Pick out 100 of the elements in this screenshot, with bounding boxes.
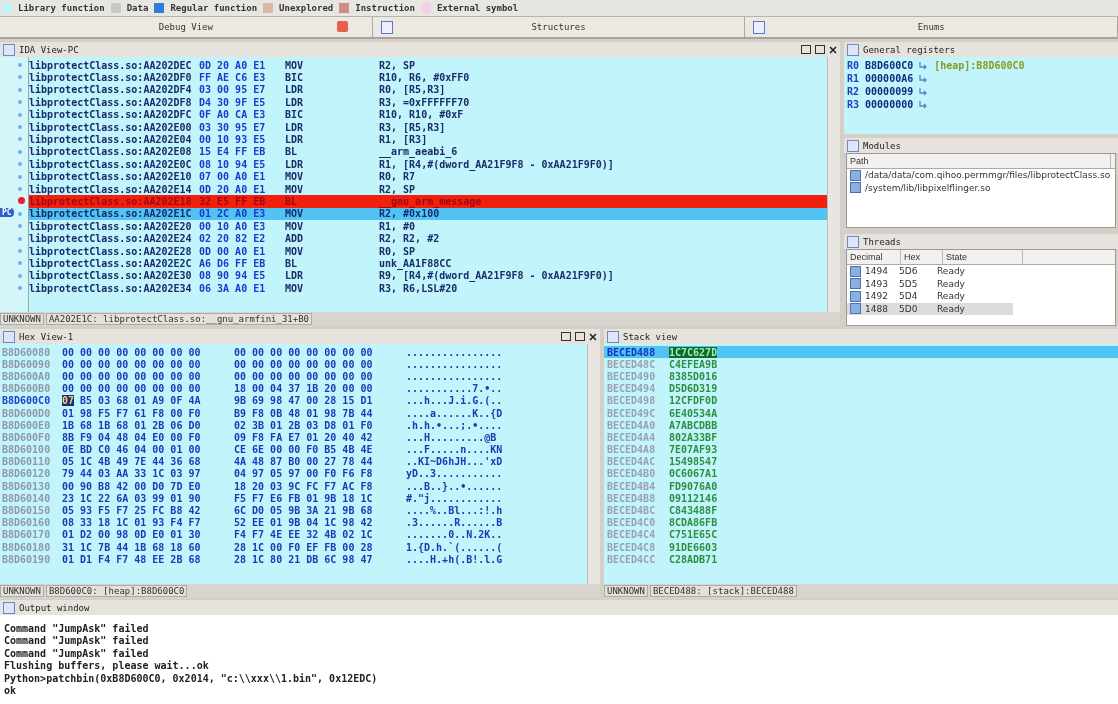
close-icon[interactable] bbox=[589, 332, 597, 341]
mnemonic: LDR bbox=[285, 158, 305, 170]
status-type: UNKNOWN bbox=[604, 585, 648, 597]
mnemonic: LDR bbox=[285, 270, 305, 282]
hex-ascii: ...........7.•.. bbox=[406, 383, 503, 395]
legend-label: Regular function bbox=[170, 3, 258, 13]
stack-address: BECED4C8 bbox=[606, 541, 657, 553]
scrollbar[interactable] bbox=[827, 57, 840, 312]
thread-row[interactable]: 1493 5D5 Ready bbox=[847, 277, 1115, 290]
hex-bytes: 6C D0 05 9B 3A 21 9B 68 bbox=[234, 505, 373, 517]
output-line: Command "JumpAsk" failed bbox=[4, 635, 150, 648]
column-header[interactable]: State bbox=[943, 250, 1023, 264]
tab-icon bbox=[753, 21, 766, 34]
code-bytes: 03 00 95 E7 bbox=[199, 84, 267, 96]
hex-bytes: 52 EE 01 9B 04 1C 98 42 bbox=[234, 517, 373, 529]
maximize-button[interactable] bbox=[561, 332, 571, 341]
register-value[interactable]: 00000099 bbox=[865, 86, 914, 97]
column-header[interactable]: Hex bbox=[901, 250, 943, 264]
hex-bytes: 00 00 00 00 00 00 00 00 bbox=[234, 358, 373, 370]
thread-icon bbox=[850, 290, 861, 302]
hex-bytes: 00 00 00 00 00 00 00 00 bbox=[62, 346, 201, 358]
hex-bytes: 28 1C 80 21 DB 6C 98 47 bbox=[234, 553, 373, 565]
stack-address: BECED4A4 bbox=[606, 431, 657, 443]
thread-hex: 5D6 bbox=[899, 266, 919, 277]
window-icon bbox=[847, 43, 859, 56]
code-bytes: 0D 20 A0 E1 bbox=[199, 183, 267, 195]
column-header[interactable]: Decimal bbox=[847, 250, 901, 264]
panel-title: Modules bbox=[863, 140, 901, 151]
stack-address: BECED49C bbox=[606, 407, 657, 419]
module-path[interactable]: /system/lib/libpixelflinger.so bbox=[865, 182, 991, 193]
code-address: libprotectClass.so:AA202E20 bbox=[29, 220, 193, 232]
stack-value: 6E40534A bbox=[669, 407, 718, 419]
close-icon[interactable] bbox=[829, 45, 837, 54]
hex-ascii: ...H.........@B bbox=[406, 431, 497, 443]
register-value[interactable]: B8D600C0 bbox=[865, 60, 914, 71]
arrow-icon[interactable] bbox=[919, 87, 929, 96]
hex-bytes: 18 00 04 37 1B 20 00 00 bbox=[234, 383, 373, 395]
hex-ascii: #."j............ bbox=[406, 492, 503, 504]
mnemonic: BIC bbox=[285, 109, 305, 121]
restore-button[interactable] bbox=[815, 45, 825, 54]
window-icon bbox=[847, 235, 859, 248]
code-address: libprotectClass.so:AA202E10 bbox=[29, 171, 193, 183]
mnemonic: BIC bbox=[285, 72, 305, 84]
window-icon bbox=[3, 43, 15, 56]
stack-address: BECED488 bbox=[606, 346, 657, 358]
hex-ascii: ...F.....n....KN bbox=[406, 444, 503, 456]
operands: R0, R7 bbox=[379, 171, 416, 183]
register-value[interactable]: 00000000 bbox=[865, 99, 914, 110]
hex-bytes: 8B F9 04 48 04 E0 00 F0 bbox=[62, 431, 201, 443]
window-icon bbox=[3, 601, 15, 614]
code-address: libprotectClass.so:AA202E28 bbox=[29, 245, 193, 257]
stack-address: BECED4C0 bbox=[606, 517, 657, 529]
window-icon bbox=[607, 330, 619, 343]
arrow-icon[interactable] bbox=[919, 100, 929, 109]
tab-close-icon[interactable] bbox=[336, 21, 348, 32]
thread-state: Ready bbox=[937, 303, 966, 314]
thread-row[interactable]: 1492 5D4 Ready bbox=[847, 290, 1115, 303]
stack-value: 15498547 bbox=[669, 456, 718, 468]
operands: R9, [R4,#(dword_AA21F9F8 - 0xAA21F9F0)] bbox=[379, 270, 614, 282]
operands: R0, [R5,R3] bbox=[379, 84, 446, 96]
register-name: R3 bbox=[847, 99, 860, 110]
code-bytes: 0D 20 A0 E1 bbox=[199, 59, 267, 71]
code-bytes: 00 10 93 E5 bbox=[199, 134, 267, 146]
hex-bytes: 09 F8 FA E7 01 20 40 42 bbox=[234, 431, 373, 443]
hex-ascii: .......0..N.2K.. bbox=[406, 529, 503, 541]
hex-address: B8D600B0 bbox=[1, 383, 52, 395]
operands: R2, #0x100 bbox=[379, 208, 440, 220]
output-line: Python>patchbin(0xB8D600C0, 0x2014, "c:\\xxx\\1.bin", 0x12EDC) bbox=[4, 672, 379, 685]
stack-address: BECED4B0 bbox=[606, 468, 657, 480]
thread-id: 1488 bbox=[865, 303, 889, 314]
thread-row[interactable]: 1494 5D6 Ready bbox=[847, 265, 1115, 278]
pc-marker: PC bbox=[0, 207, 14, 217]
module-path[interactable]: /data/data/com.qihoo.permmgr/files/libprotectClass.so bbox=[865, 170, 1111, 181]
register-name: R0 bbox=[847, 60, 860, 71]
legend-label: Data bbox=[126, 3, 149, 13]
hex-bytes: 02 3B 01 2B 03 D8 01 F0 bbox=[234, 419, 373, 431]
output-line: Command "JumpAsk" failed bbox=[4, 623, 150, 635]
arrow-icon[interactable] bbox=[919, 74, 929, 83]
thread-row[interactable]: 1488 5D0 Ready bbox=[847, 302, 1013, 315]
code-address: libprotectClass.so:AA202DF4 bbox=[29, 84, 193, 96]
register-name: R2 bbox=[847, 86, 860, 97]
code-bytes: FF AE C6 E3 bbox=[199, 72, 267, 84]
mnemonic: MOV bbox=[285, 183, 305, 195]
mnemonic: BL bbox=[285, 146, 299, 158]
hex-bytes: B9 F8 0B 48 01 98 7B 44 bbox=[234, 407, 373, 419]
scrollbar[interactable] bbox=[587, 344, 600, 584]
code-bytes: D4 30 9F E5 bbox=[199, 96, 267, 108]
code-bytes: 0D 00 A0 E1 bbox=[199, 245, 267, 257]
thread-state: Ready bbox=[937, 291, 966, 302]
arrow-icon[interactable] bbox=[919, 61, 929, 70]
register-value[interactable]: 000000A6 bbox=[865, 73, 914, 84]
operands: R1, [R4,#(dword_AA21F9F8 - 0xAA21F9F0)] bbox=[379, 158, 614, 170]
maximize-button[interactable] bbox=[801, 45, 811, 54]
restore-button[interactable] bbox=[575, 332, 585, 341]
legend-label: External symbol bbox=[436, 3, 519, 13]
panel-title: Stack view bbox=[623, 331, 678, 342]
hex-bytes: 08 33 18 1C 01 93 F4 F7 bbox=[62, 517, 201, 529]
register-name: R1 bbox=[847, 73, 860, 84]
panel-title: Hex View-1 bbox=[19, 331, 74, 342]
status-location: B8D600C0: [heap]:B8D600C0 bbox=[45, 585, 188, 597]
